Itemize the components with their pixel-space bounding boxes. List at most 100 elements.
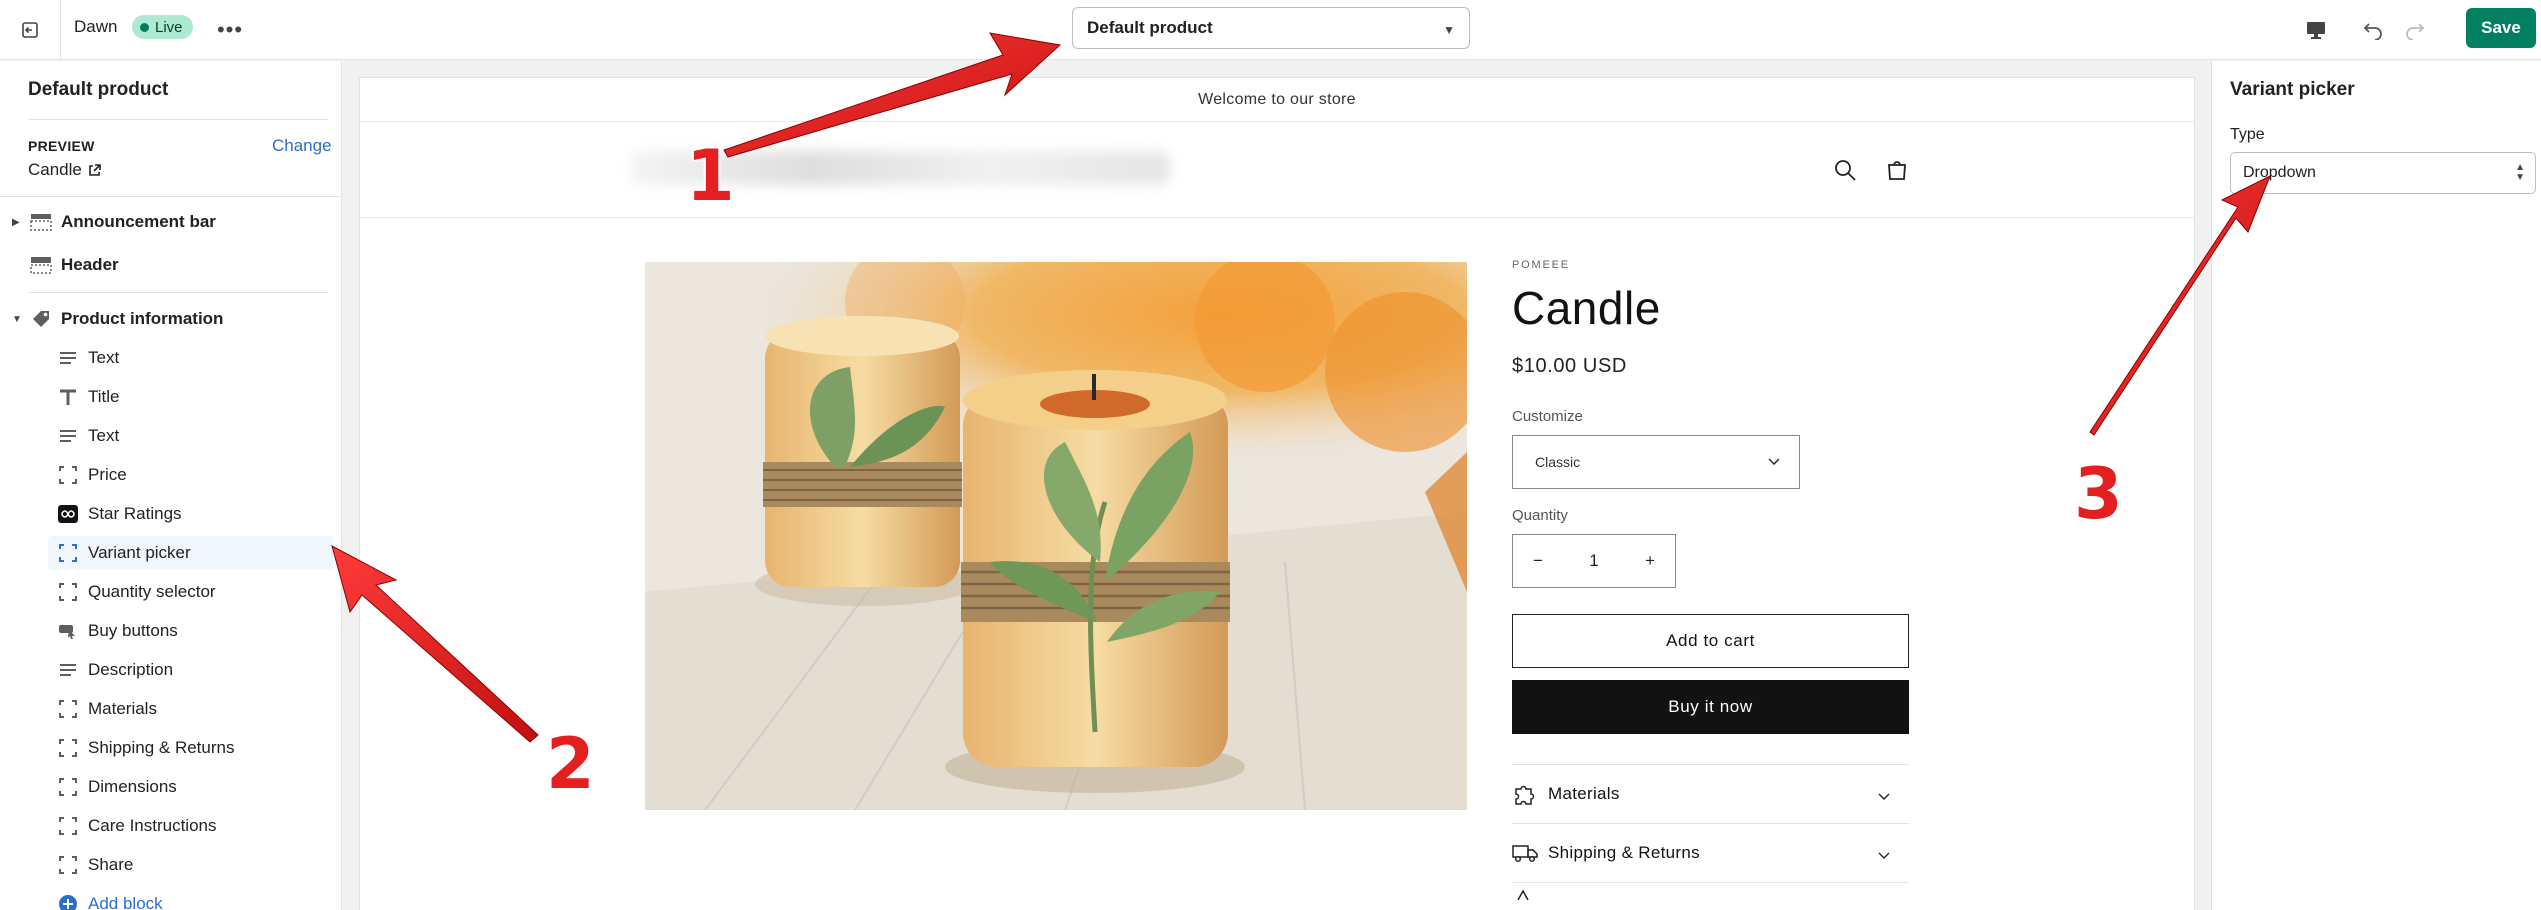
type-select[interactable]: Dropdown ▲ ▼ xyxy=(2230,152,2536,194)
block-label: Share xyxy=(88,855,134,874)
title-T-icon xyxy=(58,387,78,407)
storefront-preview: Welcome to our store POMEEE Candle $10.0… xyxy=(360,78,2194,910)
product-price: $10.00 USD xyxy=(1512,355,1627,377)
block-quantity-selector[interactable]: Quantity selector xyxy=(0,575,341,609)
template-select[interactable]: Default product ▼ xyxy=(1072,7,1470,49)
undo-icon[interactable] xyxy=(2358,14,2390,46)
frame-icon xyxy=(58,465,78,485)
announcement-text: Welcome to our store xyxy=(1198,90,1356,108)
accordion-label: Shipping & Returns xyxy=(1548,843,1700,862)
announcement-bar-icon xyxy=(30,212,52,232)
quantity-increase-button[interactable]: + xyxy=(1645,551,1655,571)
preview-label: PREVIEW xyxy=(28,138,95,154)
block-label: Star Ratings xyxy=(88,504,182,523)
redo-icon[interactable] xyxy=(2398,14,2430,46)
section-announcement-bar[interactable]: ▶ Announcement bar xyxy=(0,207,341,237)
block-star-ratings[interactable]: Star Ratings xyxy=(0,497,341,531)
exit-icon[interactable] xyxy=(14,14,46,46)
block-text[interactable]: Text xyxy=(0,419,341,453)
frame-icon xyxy=(58,699,78,719)
live-badge: Live xyxy=(132,15,193,39)
frame-icon xyxy=(58,855,78,875)
settings-title: Variant picker xyxy=(2230,79,2355,100)
divider xyxy=(0,196,341,197)
add-block-button[interactable]: Add block xyxy=(0,887,341,910)
block-label: Title xyxy=(88,387,120,406)
quantity-value[interactable]: 1 xyxy=(1589,551,1598,571)
frame-icon xyxy=(58,816,78,836)
add-block-label: Add block xyxy=(88,894,163,910)
block-label: Quantity selector xyxy=(88,582,216,601)
select-arrows-icon: ▲ ▼ xyxy=(2515,162,2525,183)
buy-buttons-icon xyxy=(58,621,78,641)
puzzle-icon xyxy=(1512,783,1538,805)
text-lines-icon xyxy=(58,348,78,368)
tag-icon xyxy=(30,309,52,329)
live-dot-icon xyxy=(140,22,149,32)
block-label: Shipping & Returns xyxy=(88,738,235,757)
annotation-number-3: 3 xyxy=(2074,453,2123,535)
frame-icon xyxy=(58,738,78,758)
block-label: Price xyxy=(88,465,127,484)
external-link-icon xyxy=(89,163,101,176)
block-care-instructions[interactable]: Care Instructions xyxy=(0,809,341,843)
customize-select[interactable]: Classic xyxy=(1512,435,1800,489)
product-image[interactable] xyxy=(645,262,1467,810)
settings-panel: Variant picker Type Dropdown ▲ ▼ xyxy=(2211,61,2541,910)
buy-it-now-button[interactable]: Buy it now xyxy=(1512,680,1909,734)
block-dimensions[interactable]: Dimensions xyxy=(0,770,341,804)
preview-product[interactable]: Candle xyxy=(28,160,101,180)
text-lines-icon xyxy=(58,660,78,680)
dimensions-icon xyxy=(1512,882,1538,904)
block-text[interactable]: Text xyxy=(0,341,341,375)
infinity-app-icon xyxy=(58,504,78,524)
quantity-decrease-button[interactable]: − xyxy=(1533,551,1543,571)
product-info: POMEEE Candle $10.00 USD Customize Class… xyxy=(1512,259,1928,902)
quantity-stepper[interactable]: − 1 + xyxy=(1512,534,1676,588)
theme-name: Dawn xyxy=(74,17,118,36)
desktop-view-icon[interactable] xyxy=(2300,14,2332,46)
chevron-down-icon xyxy=(1768,458,1780,465)
preview-product-name: Candle xyxy=(28,160,82,179)
chevron-down-icon xyxy=(1878,793,1890,800)
live-badge-label: Live xyxy=(155,18,183,36)
top-bar: Dawn Live ••• Default product ▼ Save xyxy=(0,0,2541,60)
save-button[interactable]: Save xyxy=(2466,8,2536,48)
block-label: Dimensions xyxy=(88,777,177,796)
more-actions-icon[interactable]: ••• xyxy=(214,14,246,46)
search-icon[interactable] xyxy=(1830,155,1860,185)
divider xyxy=(28,292,328,293)
divider xyxy=(60,0,61,60)
accordion-next[interactable] xyxy=(1512,882,1909,902)
block-label: Text xyxy=(88,426,120,445)
accordion-label: Materials xyxy=(1548,784,1620,803)
block-buy-buttons[interactable]: Buy buttons xyxy=(0,614,341,648)
block-description[interactable]: Description xyxy=(0,653,341,687)
annotation-number-2: 2 xyxy=(546,723,595,805)
block-title[interactable]: Title xyxy=(0,380,341,414)
template-select-value: Default product xyxy=(1087,18,1213,37)
cart-icon[interactable] xyxy=(1882,155,1912,185)
section-label: Announcement bar xyxy=(61,212,216,231)
caret-right-icon[interactable]: ▶ xyxy=(12,217,20,228)
header-icon xyxy=(30,255,52,275)
accordion-shipping-returns[interactable]: Shipping & Returns xyxy=(1512,823,1909,882)
block-materials[interactable]: Materials xyxy=(0,692,341,726)
text-lines-icon xyxy=(58,426,78,446)
change-preview-link[interactable]: Change xyxy=(272,136,332,156)
block-price[interactable]: Price xyxy=(0,458,341,492)
frame-icon xyxy=(58,543,78,563)
section-label: Product information xyxy=(61,309,224,328)
annotation-number-1: 1 xyxy=(686,135,735,217)
announcement-bar[interactable]: Welcome to our store xyxy=(360,78,2194,122)
add-to-cart-button[interactable]: Add to cart xyxy=(1512,614,1909,668)
block-shipping-returns[interactable]: Shipping & Returns xyxy=(0,731,341,765)
caret-down-icon[interactable]: ▼ xyxy=(12,314,22,325)
store-header[interactable] xyxy=(360,123,2194,218)
section-header[interactable]: Header xyxy=(0,250,341,280)
section-product-information[interactable]: ▼ Product information xyxy=(0,304,341,334)
block-variant-picker[interactable]: Variant picker xyxy=(48,536,333,570)
block-label: Buy buttons xyxy=(88,621,178,640)
block-share[interactable]: Share xyxy=(0,848,341,882)
accordion-materials[interactable]: Materials xyxy=(1512,764,1909,823)
